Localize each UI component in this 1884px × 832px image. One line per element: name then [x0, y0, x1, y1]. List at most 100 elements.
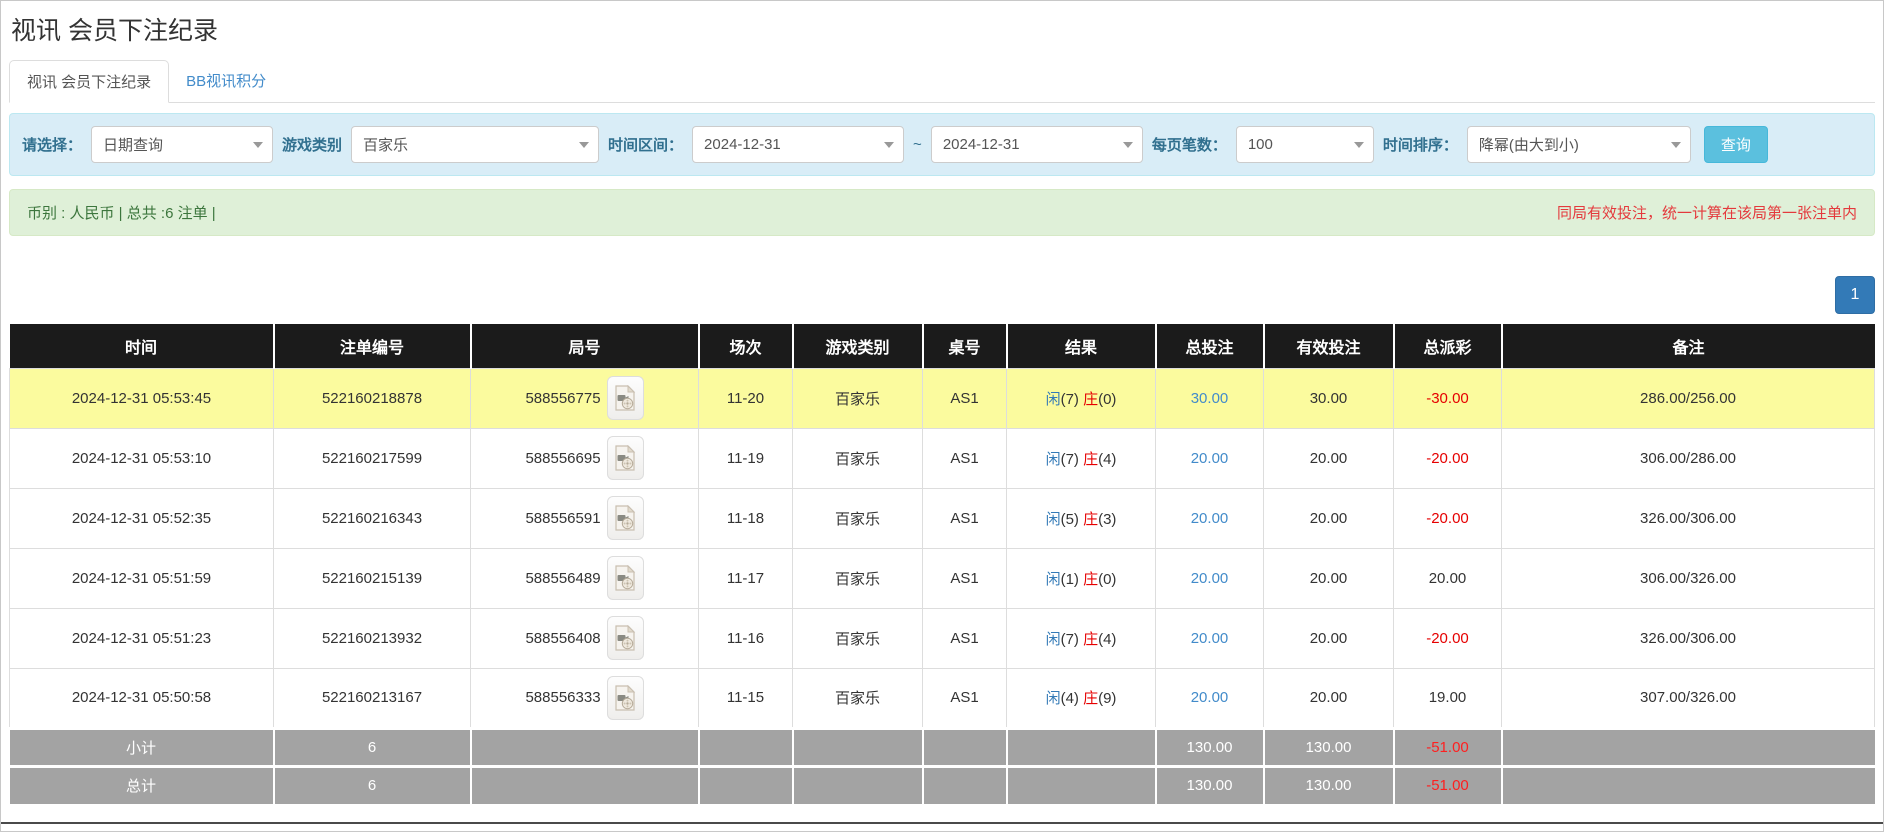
- time-cell: 2024-12-31 05:53:10: [10, 428, 274, 488]
- tab-video-bet-records[interactable]: 视讯 会员下注纪录: [9, 60, 169, 103]
- total-bet-link[interactable]: 20.00: [1191, 450, 1229, 467]
- table-no-cell: AS1: [923, 488, 1007, 548]
- records-table: 时间注单编号局号场次游戏类别桌号结果总投注有效投注总派彩备注 2024-12-3…: [9, 324, 1875, 804]
- header-total-bet: 总投注: [1156, 324, 1264, 368]
- round-no-text: 588556408: [525, 630, 600, 647]
- session-cell: 11-16: [699, 608, 793, 668]
- date-type-value: 日期查询: [103, 134, 163, 155]
- player-result-label: 闲: [1046, 451, 1061, 468]
- bet-no-cell: 522160215139: [274, 548, 471, 608]
- tab-label: 视讯 会员下注纪录: [27, 71, 151, 92]
- header-remark: 备注: [1502, 324, 1875, 368]
- table-row[interactable]: 2024-12-31 05:53:10522160217599588556695…: [10, 428, 1875, 488]
- banker-result-score: (3): [1098, 511, 1116, 528]
- valid-bet-cell: 20.00: [1264, 608, 1394, 668]
- date-to-input[interactable]: 2024-12-31: [931, 126, 1143, 163]
- game-type-select[interactable]: 百家乐: [351, 126, 599, 163]
- query-button[interactable]: 查询: [1704, 126, 1768, 163]
- footer-empty-cell: [1007, 766, 1156, 804]
- result-cell: 闲(4) 庄(9): [1007, 668, 1156, 728]
- table-header-row: 时间注单编号局号场次游戏类别桌号结果总投注有效投注总派彩备注: [10, 324, 1875, 368]
- video-replay-button[interactable]: [607, 376, 644, 420]
- total-bet-link[interactable]: 20.00: [1191, 510, 1229, 527]
- video-replay-button[interactable]: [607, 436, 644, 480]
- video-replay-button[interactable]: [607, 496, 644, 540]
- footer-total-bet-cell: 130.00: [1156, 766, 1264, 804]
- table-head: 时间注单编号局号场次游戏类别桌号结果总投注有效投注总派彩备注: [10, 324, 1875, 368]
- page: 视讯 会员下注纪录 视讯 会员下注纪录 BB视讯积分 请选择： 日期查询 游戏类…: [0, 0, 1884, 832]
- page-size-select[interactable]: 100: [1236, 126, 1374, 163]
- game-type-label: 游戏类别: [282, 134, 342, 155]
- tab-bb-video-points[interactable]: BB视讯积分: [169, 59, 283, 102]
- player-result-label: 闲: [1046, 571, 1061, 588]
- time-cell: 2024-12-31 05:51:59: [10, 548, 274, 608]
- header-time: 时间: [10, 324, 274, 368]
- session-cell: 11-18: [699, 488, 793, 548]
- session-cell: 11-20: [699, 368, 793, 428]
- footer-empty-cell: [699, 766, 793, 804]
- banker-result-score: (4): [1098, 631, 1116, 648]
- round-no-wrap: 588556489: [525, 556, 643, 600]
- total-bet-cell: 30.00: [1156, 368, 1264, 428]
- sort-order-select[interactable]: 降幂(由大到小): [1467, 126, 1691, 163]
- video-file-icon: [614, 625, 636, 651]
- date-type-select[interactable]: 日期查询: [91, 126, 273, 163]
- date-to-value: 2024-12-31: [943, 136, 1020, 153]
- subtotal-row: 小计6130.00130.00-51.00: [10, 728, 1875, 766]
- footer-empty-cell: [699, 728, 793, 766]
- video-file-icon: [614, 505, 636, 531]
- table-row[interactable]: 2024-12-31 05:53:45522160218878588556775…: [10, 368, 1875, 428]
- banker-result-score: (0): [1098, 391, 1116, 408]
- footer-count-cell: 6: [274, 766, 471, 804]
- table-row[interactable]: 2024-12-31 05:51:23522160213932588556408…: [10, 608, 1875, 668]
- total-bet-link[interactable]: 20.00: [1191, 689, 1229, 706]
- result-cell: 闲(1) 庄(0): [1007, 548, 1156, 608]
- footer-empty-cell: [793, 766, 923, 804]
- round-no-wrap: 588556775: [525, 376, 643, 420]
- header-game-type: 游戏类别: [793, 324, 923, 368]
- currency-summary: 币别 : 人民币 | 总共 :6 注单 |: [27, 202, 216, 223]
- sort-order-value: 降幂(由大到小): [1479, 134, 1579, 155]
- player-result-score: (5): [1061, 511, 1084, 528]
- payout-cell: 19.00: [1394, 668, 1502, 728]
- date-from-input[interactable]: 2024-12-31: [692, 126, 904, 163]
- video-replay-button[interactable]: [607, 616, 644, 660]
- bet-no-cell: 522160218878: [274, 368, 471, 428]
- header-valid-bet: 有效投注: [1264, 324, 1394, 368]
- player-result-score: (7): [1061, 391, 1084, 408]
- table-row[interactable]: 2024-12-31 05:50:58522160213167588556333…: [10, 668, 1875, 728]
- table-row[interactable]: 2024-12-31 05:52:35522160216343588556591…: [10, 488, 1875, 548]
- choose-label: 请选择：: [22, 134, 82, 155]
- banker-result-score: (9): [1098, 690, 1116, 707]
- header-session: 场次: [699, 324, 793, 368]
- table-row[interactable]: 2024-12-31 05:51:59522160215139 588556489…: [10, 548, 1875, 608]
- video-file-icon: [614, 565, 636, 591]
- remark-cell: 326.00/306.00: [1502, 608, 1875, 668]
- footer-empty-cell: [471, 728, 699, 766]
- bet-no-cell: 522160216343: [274, 488, 471, 548]
- footer-valid-bet-cell: 130.00: [1264, 766, 1394, 804]
- payout-cell: -20.00: [1394, 428, 1502, 488]
- video-replay-button[interactable]: [607, 556, 644, 600]
- round-no-wrap: 588556591: [525, 496, 643, 540]
- game-type-cell: 百家乐: [793, 608, 923, 668]
- game-type-cell: 百家乐: [793, 548, 923, 608]
- remark-cell: 306.00/286.00: [1502, 428, 1875, 488]
- player-result-label: 闲: [1046, 391, 1061, 408]
- valid-bet-cell: 30.00: [1264, 368, 1394, 428]
- grandtotal-row: 总计6130.00130.00-51.00: [10, 766, 1875, 804]
- caret-down-icon: [1354, 142, 1364, 148]
- round-no-cell: 588556695: [471, 428, 699, 488]
- round-no-text: 588556489: [525, 570, 600, 587]
- page-1-button[interactable]: 1: [1835, 276, 1875, 314]
- total-bet-link[interactable]: 30.00: [1191, 390, 1229, 407]
- caret-down-icon: [1671, 142, 1681, 148]
- table-no-cell: AS1: [923, 368, 1007, 428]
- total-bet-link[interactable]: 20.00: [1191, 630, 1229, 647]
- game-type-cell: 百家乐: [793, 428, 923, 488]
- total-bet-link[interactable]: 20.00: [1191, 570, 1229, 587]
- page-size-value: 100: [1248, 136, 1273, 153]
- payout-cell: 20.00: [1394, 548, 1502, 608]
- video-replay-button[interactable]: [607, 676, 644, 720]
- valid-bet-cell: 20.00: [1264, 548, 1394, 608]
